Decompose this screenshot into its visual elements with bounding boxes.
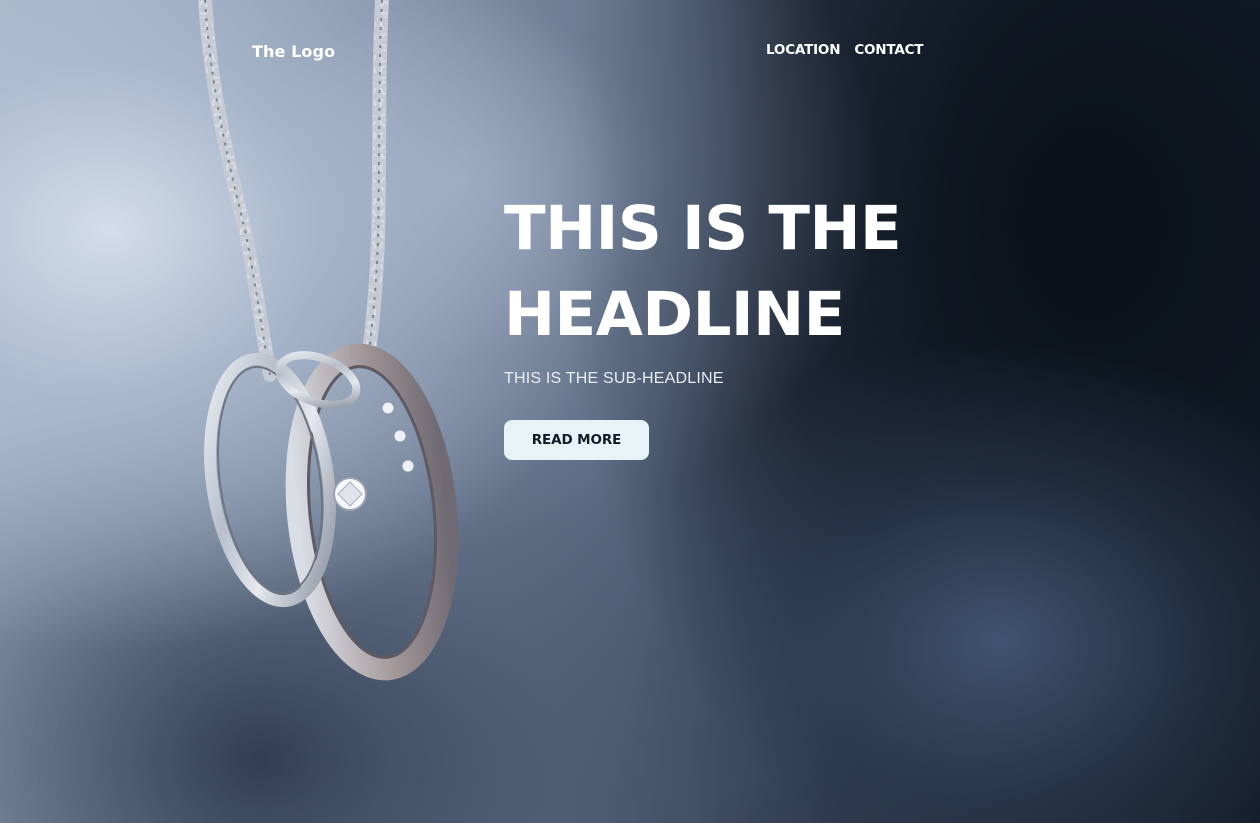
hero-background-photo	[0, 0, 1260, 823]
logo[interactable]: The Logo	[252, 42, 335, 61]
nav-link-location[interactable]: LOCATION	[766, 42, 841, 58]
main-nav: LOCATION CONTACT	[766, 42, 924, 58]
hero-subheadline: THIS IS THE SUB-HEADLINE	[504, 370, 724, 387]
read-more-button[interactable]: READ MORE	[504, 420, 649, 460]
rings-on-chain-photo	[198, 0, 459, 681]
nav-link-contact[interactable]: CONTACT	[854, 42, 923, 58]
hero-headline: THIS IS THE HEADLINE	[504, 193, 902, 350]
